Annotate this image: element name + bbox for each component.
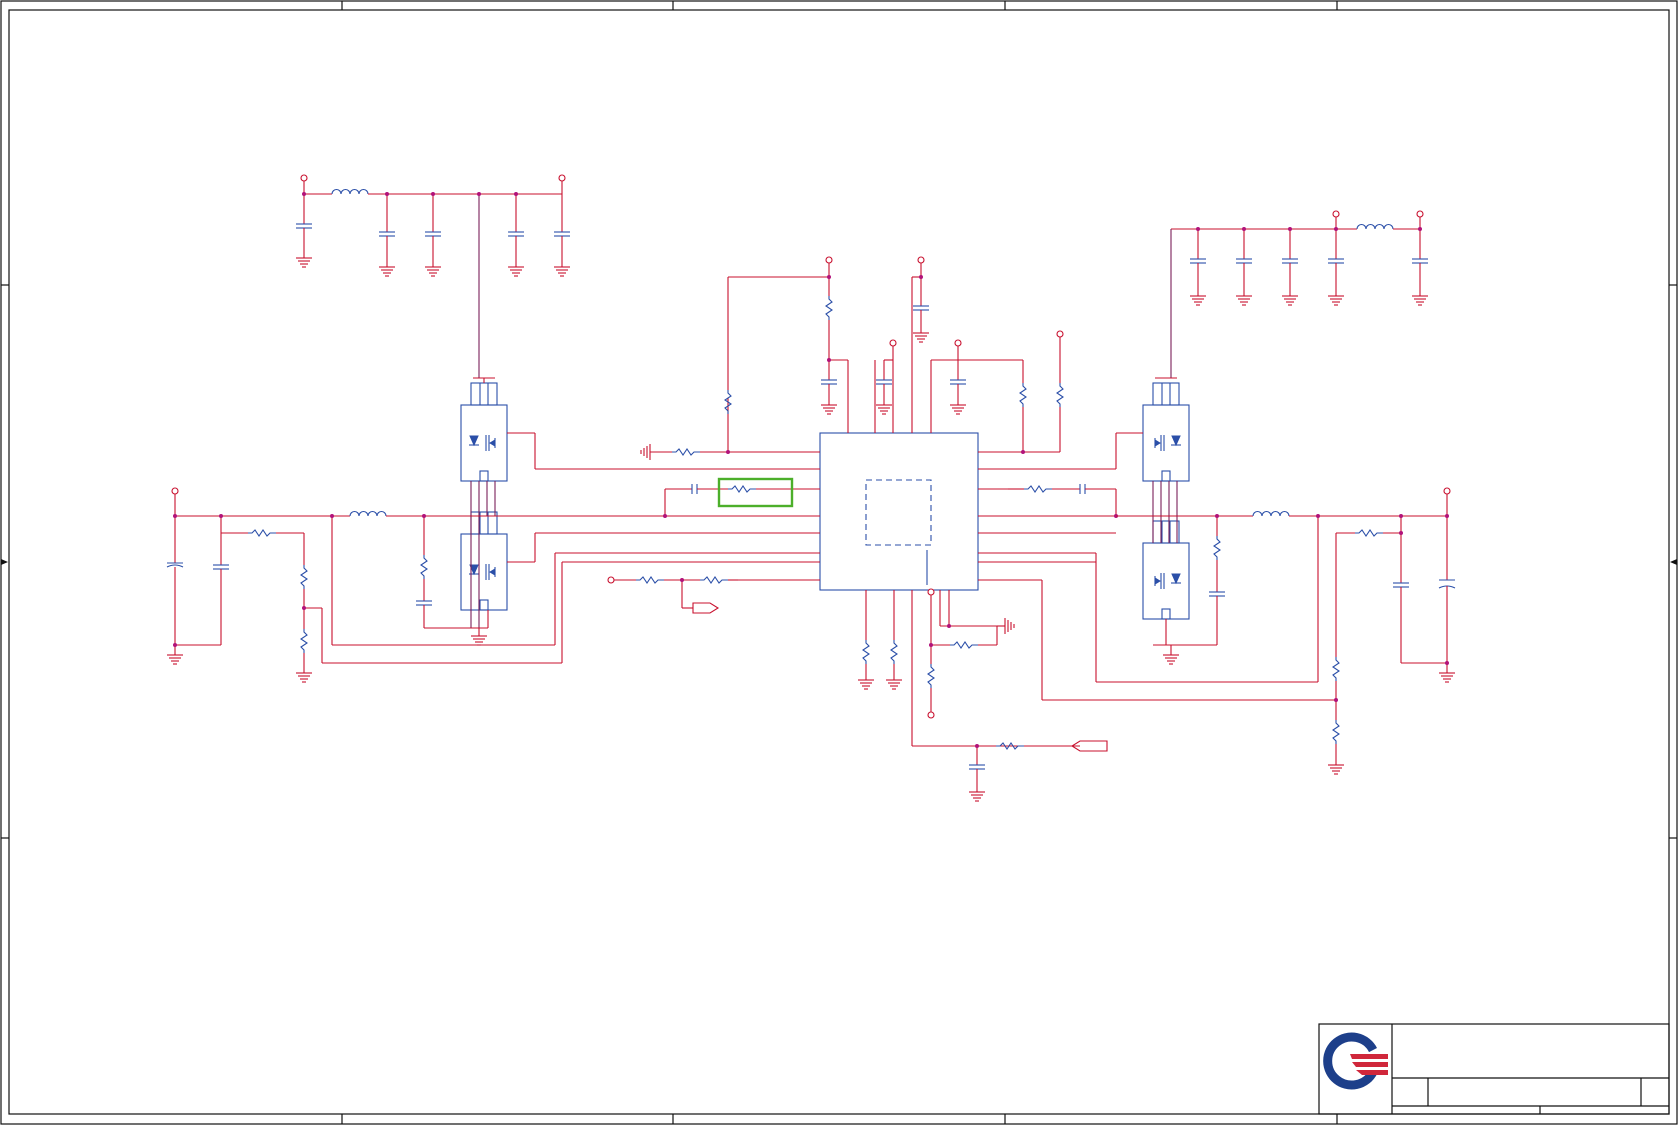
left-high-side-mosfet[interactable] [460, 382, 508, 482]
left-input-filter [295, 174, 571, 378]
controller-ic[interactable] [819, 432, 979, 591]
top-center-supplies [820, 256, 1064, 454]
company-logo [1323, 1032, 1388, 1090]
schematic-sheet [0, 0, 1678, 1125]
left-mosfet-wiring [424, 377, 536, 646]
right-input-filter [1170, 210, 1429, 378]
right-low-side-mosfet[interactable] [1142, 520, 1190, 620]
ic-left-pins [535, 468, 820, 581]
left-output-stage [166, 487, 563, 683]
left-low-side-mosfet[interactable] [460, 511, 508, 611]
bottom-center-network [857, 588, 1108, 802]
right-output-stage [1042, 487, 1456, 775]
drawing-frame [0, 0, 1678, 1125]
highlighted-resistor-box[interactable] [717, 477, 794, 508]
right-compensation-network [1008, 484, 1118, 518]
left-compensation-network [607, 276, 829, 614]
right-mosfet-wiring [1041, 377, 1217, 700]
title-block [1318, 1023, 1670, 1115]
ic-right-pins [978, 468, 1116, 581]
right-high-side-mosfet[interactable] [1142, 382, 1190, 482]
